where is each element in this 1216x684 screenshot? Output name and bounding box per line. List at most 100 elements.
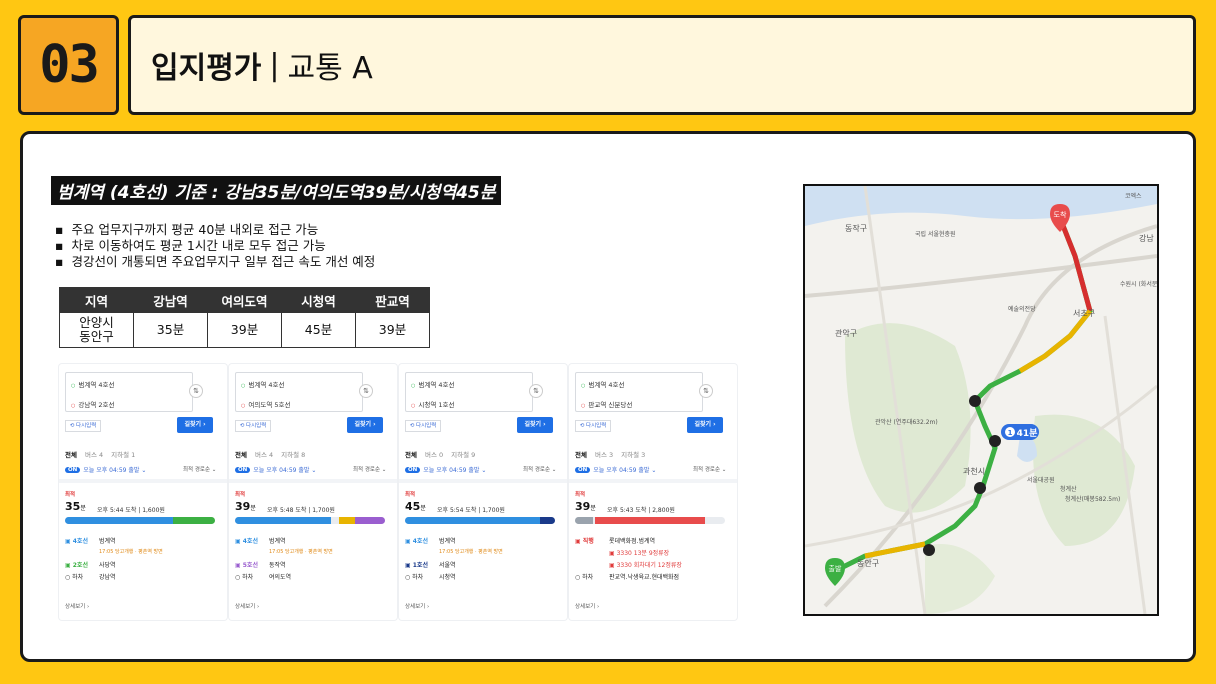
tab-subway[interactable]: 지하철 3	[621, 449, 645, 459]
table-cell: 35분	[133, 312, 208, 348]
swap-icon[interactable]: ⇅	[359, 384, 373, 398]
swap-icon[interactable]: ⇅	[189, 384, 203, 398]
tab-all[interactable]: 전체	[575, 449, 587, 459]
departure-time[interactable]: ON 오늘 오후 04:59 출발 ⌄	[65, 465, 146, 474]
on-pill: ON	[235, 466, 251, 473]
detail-link[interactable]: 상세보기 ›	[235, 602, 259, 610]
destination-field[interactable]: 여의도역 5호선	[241, 399, 290, 409]
origin-field[interactable]: 범계역 4호선	[71, 379, 114, 389]
tunnel-icon	[989, 435, 1001, 447]
arrival-info: 오후 5:44 도착 | 1,600원	[97, 507, 165, 514]
route-search-box[interactable]: 범계역 4호선 시청역 1호선	[405, 372, 533, 412]
title-separator: |	[269, 47, 280, 83]
route-search-box[interactable]: 범계역 4호선 여의도역 5호선	[235, 372, 363, 412]
tab-bus[interactable]: 버스 0	[425, 449, 443, 459]
origin-field[interactable]: 범계역 4호선	[581, 379, 624, 389]
title-sub: 교통 A	[287, 51, 373, 86]
map-label: 동작구	[845, 223, 867, 233]
route-tabs: 전체 버스 4 지하철 8	[235, 449, 305, 459]
list-item: 17:05 당고개행 · 평촌역 방면	[269, 549, 333, 555]
route-search-box[interactable]: 범계역 4호선 강남역 2호선	[65, 372, 193, 412]
table-header: 시청역	[281, 287, 356, 313]
destination-field[interactable]: 시청역 1호선	[411, 399, 454, 409]
departure-time[interactable]: ON 오늘 오후 04:59 출발 ⌄	[405, 465, 486, 474]
map-label: 코엑스	[1125, 193, 1142, 200]
bullet-item: 주요 업무지구까지 평균 40분 내외로 접근 가능	[55, 222, 375, 238]
destination-field[interactable]: 강남역 2호선	[71, 399, 114, 409]
stop-list: ▣ 4호선 범계역 17:05 당고개행 · 평촌역 방면 ▣ 1호선 서울역 ○ …	[405, 536, 561, 584]
tunnel-icon	[923, 544, 935, 556]
section-number-box: 03	[18, 15, 119, 115]
sort-option[interactable]: 최적 경로순 ⌄	[183, 465, 216, 473]
tab-subway[interactable]: 지하철 8	[281, 449, 305, 459]
find-route-button[interactable]: 길찾기 ›	[687, 417, 723, 433]
route-card-yeouido: 범계역 4호선 여의도역 5호선 ⇅ ⟲ 다시입력 길찾기 › 전체 버스 4 …	[229, 364, 397, 620]
map-label: 청계산(매봉582.5m)	[1065, 495, 1120, 503]
stop-list: ▣ 직행 롯데백화점.범계역 ▣ 3330 13분 9정류장 ▣ 3330 회차대…	[575, 536, 731, 584]
bullet-item: 차로 이동하여도 평균 1시간 내로 모두 접근 가능	[55, 238, 375, 254]
find-route-button[interactable]: 길찾기 ›	[347, 417, 383, 433]
retry-button[interactable]: ⟲ 다시입력	[65, 420, 101, 432]
departure-time[interactable]: ON 오늘 오후 04:59 출발 ⌄	[575, 465, 656, 474]
table-cell: 45분	[281, 312, 356, 348]
sort-option[interactable]: 최적 경로순 ⌄	[353, 465, 386, 473]
table-header: 판교역	[355, 287, 430, 313]
route-search-box[interactable]: 범계역 4호선 판교역 신분당선	[575, 372, 703, 412]
list-item: ▣ 2호선 사당역	[65, 562, 116, 569]
divider	[229, 479, 397, 483]
retry-button[interactable]: ⟲ 다시입력	[235, 420, 271, 432]
list-item: 17:05 당고개행 · 평촌역 방면	[99, 549, 163, 555]
retry-button[interactable]: ⟲ 다시입력	[575, 420, 611, 432]
list-item: ○ 하차 여의도역	[235, 574, 292, 581]
detail-link[interactable]: 상세보기 ›	[65, 602, 89, 610]
swap-icon[interactable]: ⇅	[529, 384, 543, 398]
duration: 45분	[405, 500, 426, 513]
destination-field[interactable]: 판교역 신분당선	[581, 399, 632, 409]
route-bar	[575, 517, 725, 524]
table-header: 지역	[59, 287, 134, 313]
table-cell: 39분	[207, 312, 282, 348]
route-map[interactable]: 1 41분 도착 출발 동작구 관악구 서초구 강남 과천시 동안구 국립 서울…	[803, 184, 1159, 616]
content-panel: 범계역 (4호선) 기준 : 강남35분/여의도역39분/시청역45분 주요 업…	[20, 131, 1196, 662]
section-number: 03	[39, 35, 100, 95]
route-card-cityhall: 범계역 4호선 시청역 1호선 ⇅ ⟲ 다시입력 길찾기 › 전체 버스 0 지…	[399, 364, 567, 620]
retry-button[interactable]: ⟲ 다시입력	[405, 420, 441, 432]
sort-option[interactable]: 최적 경로순 ⌄	[693, 465, 726, 473]
detail-link[interactable]: 상세보기 ›	[405, 602, 429, 610]
tab-subway[interactable]: 지하철 1	[111, 449, 135, 459]
commute-table: 지역 강남역 여의도역 시청역 판교역 안양시 동안구 35분 39분 45분 3…	[59, 287, 430, 348]
map-label: 동안구	[857, 558, 879, 568]
find-route-button[interactable]: 길찾기 ›	[177, 417, 213, 433]
tab-bus[interactable]: 버스 4	[255, 449, 273, 459]
tab-bus[interactable]: 버스 4	[85, 449, 103, 459]
find-route-button[interactable]: 길찾기 ›	[517, 417, 553, 433]
origin-field[interactable]: 범계역 4호선	[411, 379, 454, 389]
departure-time[interactable]: ON 오늘 오후 04:59 출발 ⌄	[235, 465, 316, 474]
duration: 39분	[235, 500, 256, 513]
tab-subway[interactable]: 지하철 9	[451, 449, 475, 459]
swap-icon[interactable]: ⇅	[699, 384, 713, 398]
detail-link[interactable]: 상세보기 ›	[575, 602, 599, 610]
origin-field[interactable]: 범계역 4호선	[241, 379, 284, 389]
tab-all[interactable]: 전체	[405, 449, 417, 459]
headline: 범계역 (4호선) 기준 : 강남35분/여의도역39분/시청역45분	[51, 176, 502, 205]
time-badge-label: 41분	[1017, 428, 1038, 439]
best-label: 최적	[575, 492, 586, 498]
table-header: 여의도역	[207, 287, 282, 313]
stop-list: ▣ 4호선 범계역 17:05 당고개행 · 평촌역 방면 ▣ 5호선 동작역 ○ …	[235, 536, 391, 584]
list-item: ▣ 4호선 범계역	[235, 538, 286, 545]
arrival-info: 오후 5:43 도착 | 2,800원	[607, 507, 675, 514]
tab-bus[interactable]: 버스 3	[595, 449, 613, 459]
bullet-list: 주요 업무지구까지 평균 40분 내외로 접근 가능 차로 이동하여도 평균 1…	[55, 222, 375, 270]
bar-segment-line4	[405, 517, 540, 524]
tunnel-icon	[974, 482, 986, 494]
divider	[399, 479, 567, 483]
tab-all[interactable]: 전체	[235, 449, 247, 459]
sort-option[interactable]: 최적 경로순 ⌄	[523, 465, 556, 473]
tab-all[interactable]: 전체	[65, 449, 77, 459]
duration: 39분	[575, 500, 596, 513]
table-cell: 39분	[355, 312, 430, 348]
time-badge-index: 1	[1008, 429, 1013, 437]
map-label: 서초구	[1073, 309, 1095, 318]
divider	[569, 479, 737, 483]
